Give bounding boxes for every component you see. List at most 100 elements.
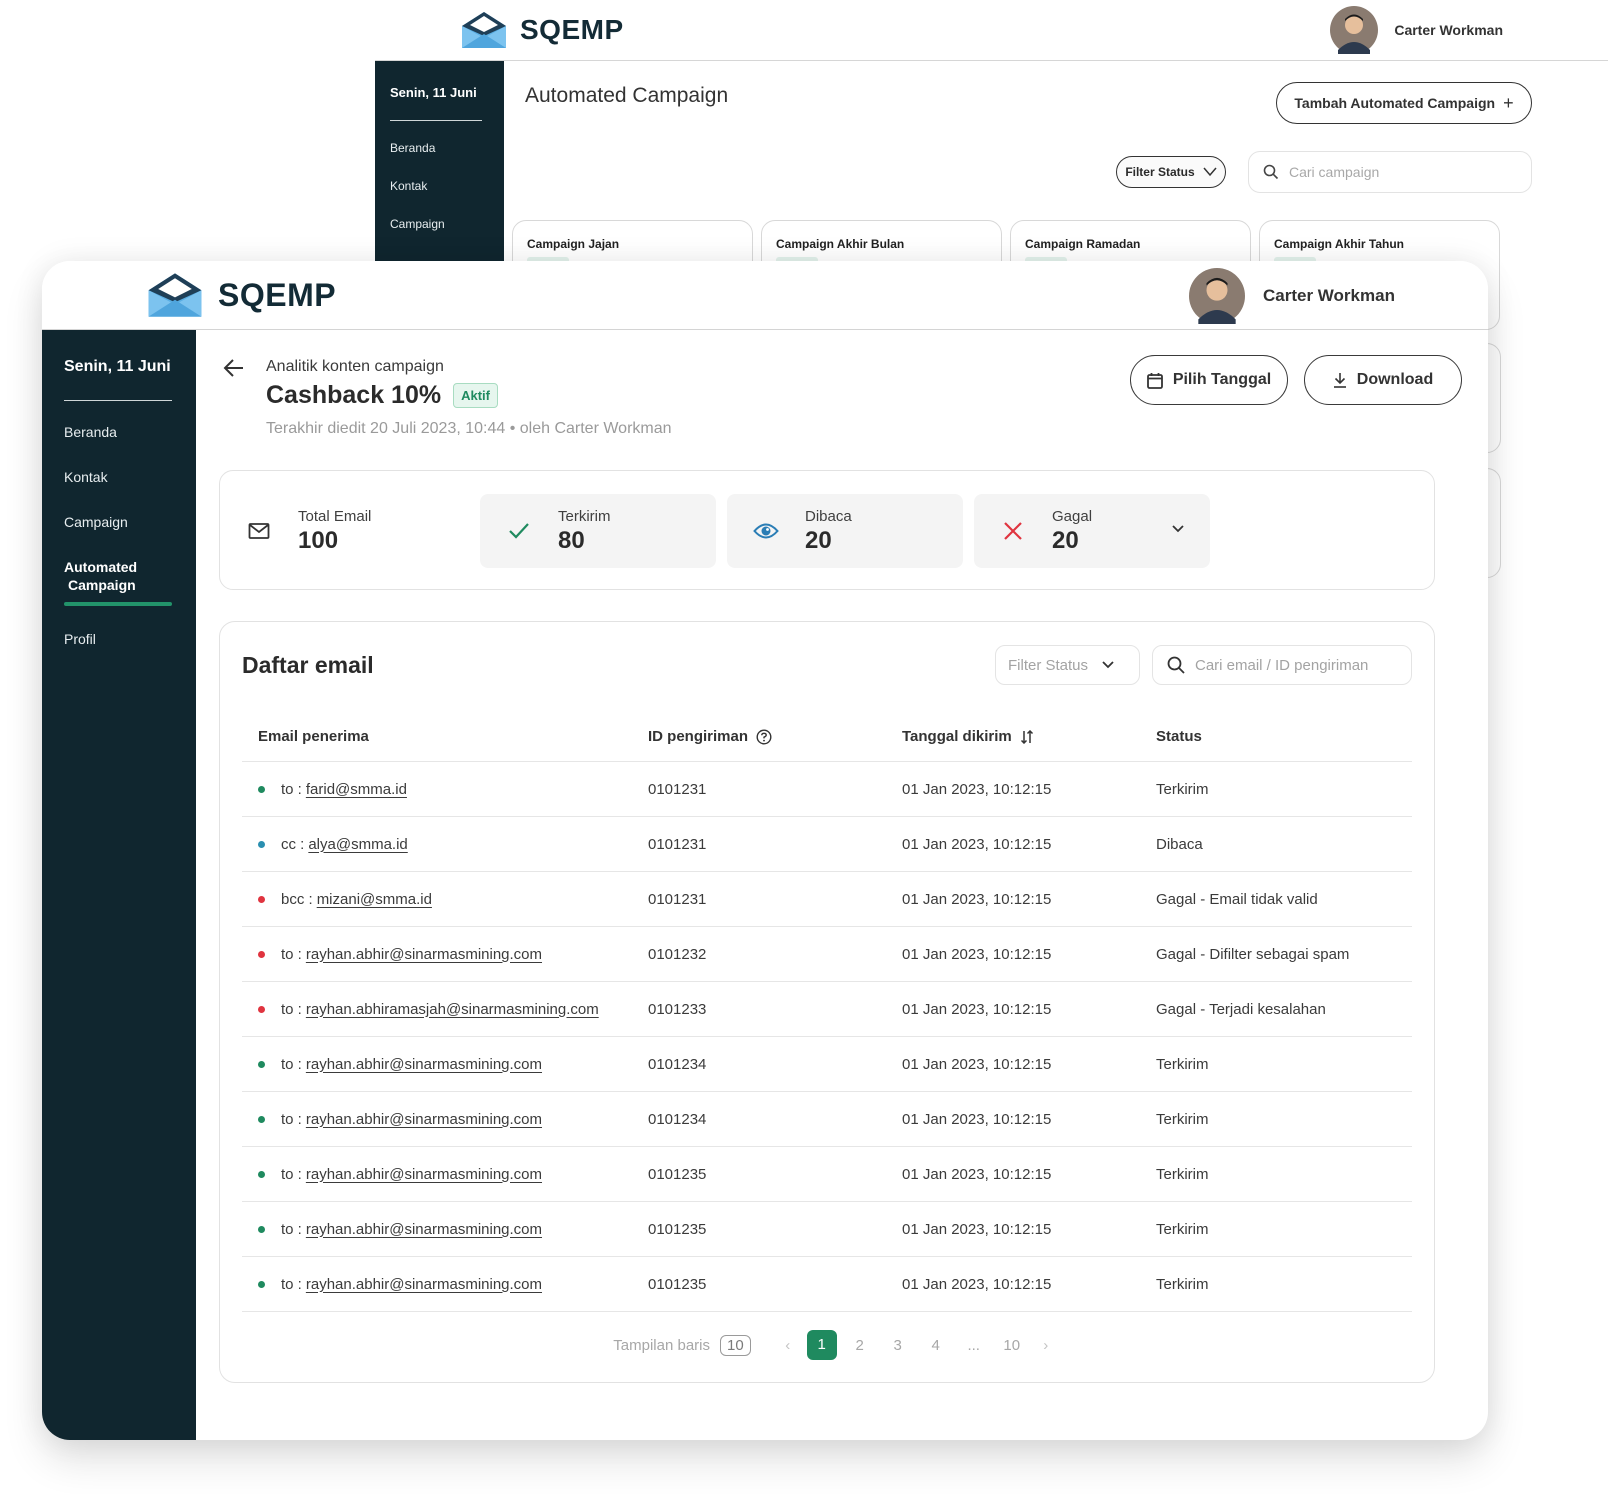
email-link[interactable]: rayhan.abhir@sinarmasmining.com	[306, 1276, 542, 1293]
user-name: Carter Workman	[1263, 286, 1395, 305]
cell-email: to : rayhan.abhir@sinarmasmining.com	[242, 1056, 648, 1073]
stats-panel: Total Email 100 Terkirim 80 Dibaca 20 Ga…	[219, 470, 1435, 590]
email-link[interactable]: rayhan.abhiramasjah@sinarmasmining.com	[306, 1001, 599, 1018]
table-row[interactable]: to : rayhan.abhir@sinarmasmining.com 01012…	[242, 1147, 1412, 1202]
stat-gagal[interactable]: Gagal 20	[974, 494, 1210, 568]
table-row[interactable]: to : rayhan.abhir@sinarmasmining.com 01012…	[242, 1202, 1412, 1257]
bg-logo[interactable]: SQEMP	[460, 10, 624, 50]
add-button-label: Tambah Automated Campaign	[1294, 95, 1496, 111]
help-circle-icon[interactable]	[756, 728, 772, 745]
stat-dibaca[interactable]: Dibaca 20	[727, 494, 963, 568]
filter-status-placeholder: Filter Status	[1008, 656, 1089, 674]
bg-sidebar-item-beranda[interactable]: Beranda	[390, 141, 489, 155]
page-button[interactable]: 2	[841, 1337, 879, 1354]
bg-sidebar-divider	[390, 120, 482, 121]
cell-status: Terkirim	[1156, 1220, 1209, 1238]
pick-date-button[interactable]: Pilih Tanggal	[1130, 355, 1288, 405]
table-row[interactable]: to : rayhan.abhir@sinarmasmining.com 01012…	[242, 1092, 1412, 1147]
table-row[interactable]: bcc : mizani@smma.id 0101231 01 Jan 2023, 1…	[242, 872, 1412, 927]
recipient-type: to :	[281, 1110, 302, 1128]
cell-id: 0101235	[648, 1165, 707, 1183]
cell-email: cc : alya@smma.id	[242, 836, 648, 853]
cell-date: 01 Jan 2023, 10:12:15	[902, 1165, 1052, 1183]
cell-email: to : rayhan.abhir@sinarmasmining.com	[242, 1111, 648, 1128]
email-table: Email penerima ID pengiriman Tanggal dik…	[242, 712, 1412, 1312]
sidebar-item-kontak[interactable]: Kontak	[64, 468, 174, 486]
recipient-type: to :	[281, 1220, 302, 1238]
bg-search-campaign-input[interactable]: Cari campaign	[1248, 151, 1532, 193]
table-row[interactable]: to : rayhan.abhir@sinarmasmining.com 01012…	[242, 927, 1412, 982]
page-title: Cashback 10%	[266, 381, 442, 409]
foreground-window: SQEMP Carter Workman Senin, 11 Juni Bera…	[42, 261, 1488, 1440]
download-icon	[1333, 373, 1346, 388]
page-button[interactable]: 4	[917, 1337, 955, 1354]
sidebar-divider	[64, 400, 172, 401]
cell-id: 0101235	[648, 1220, 707, 1238]
search-email-field[interactable]	[1152, 645, 1412, 685]
add-automated-campaign-button[interactable]: Tambah Automated Campaign +	[1276, 82, 1532, 124]
arrow-left-icon	[223, 359, 243, 377]
recipient-type: to :	[281, 780, 302, 798]
bg-header: SQEMP Carter Workman	[375, 0, 1608, 61]
campaign-card-title: Campaign Akhir Tahun	[1274, 237, 1405, 251]
email-link[interactable]: rayhan.abhir@sinarmasmining.com	[306, 1056, 542, 1073]
expand-gagal-button[interactable]	[1172, 520, 1184, 538]
plus-icon: +	[1503, 92, 1514, 113]
email-link[interactable]: farid@smma.id	[306, 781, 407, 798]
status-dot	[258, 1225, 265, 1233]
rows-per-page-select[interactable]: 10	[720, 1334, 751, 1356]
bg-sidebar-item-campaign[interactable]: Campaign	[390, 217, 489, 231]
search-email-input[interactable]	[1195, 656, 1405, 674]
campaign-card-title: Campaign Jajan	[527, 237, 620, 251]
next-page-button[interactable]: ›	[1031, 1337, 1061, 1354]
email-link[interactable]: rayhan.abhir@sinarmasmining.com	[306, 1221, 542, 1238]
sidebar-item-automated-campaign[interactable]: Automated Campaign	[64, 558, 174, 606]
cell-id: 0101232	[648, 945, 707, 963]
sidebar-item-beranda[interactable]: Beranda	[64, 423, 174, 441]
filter-status-dropdown[interactable]: Filter Status	[995, 645, 1140, 685]
app-logo[interactable]: SQEMP	[146, 271, 336, 319]
email-link[interactable]: alya@smma.id	[308, 836, 407, 853]
cell-status: Dibaca	[1156, 835, 1203, 853]
page-button[interactable]: 10	[993, 1337, 1031, 1354]
email-link[interactable]: rayhan.abhir@sinarmasmining.com	[306, 1111, 542, 1128]
campaign-card-title: Campaign Ramadan	[1025, 237, 1141, 251]
envelope-logo-icon	[462, 12, 506, 48]
stat-terkirim[interactable]: Terkirim 80	[480, 494, 716, 568]
recipient-type: to :	[281, 1165, 302, 1183]
stat-value: 20	[805, 526, 832, 554]
email-link[interactable]: rayhan.abhir@sinarmasmining.com	[306, 946, 542, 963]
prev-page-button[interactable]: ‹	[773, 1337, 803, 1354]
table-body: to : farid@smma.id 0101231 01 Jan 2023, 10:…	[242, 762, 1412, 1312]
user-menu[interactable]: Carter Workman	[1189, 268, 1395, 324]
bg-filter-label: Filter Status	[1125, 165, 1195, 179]
sidebar-item-campaign[interactable]: Campaign	[64, 513, 174, 531]
table-row[interactable]: to : rayhan.abhir@sinarmasmining.com 01012…	[242, 1037, 1412, 1092]
cell-status: Gagal - Difilter sebagai spam	[1156, 945, 1350, 963]
table-row[interactable]: to : farid@smma.id 0101231 01 Jan 2023, 10:…	[242, 762, 1412, 817]
sidebar-item-profil[interactable]: Profil	[64, 630, 174, 648]
campaign-card-title: Campaign Akhir Bulan	[776, 237, 905, 251]
table-row[interactable]: to : rayhan.abhir@sinarmasmining.com 01012…	[242, 1257, 1412, 1312]
sort-icon[interactable]	[1020, 729, 1034, 744]
cell-date: 01 Jan 2023, 10:12:15	[902, 780, 1052, 798]
stat-label: Gagal	[1052, 507, 1093, 525]
table-row[interactable]: cc : alya@smma.id 0101231 01 Jan 2023, 10:1…	[242, 817, 1412, 872]
column-header-label: ID pengiriman	[648, 728, 749, 745]
stat-label: Terkirim	[558, 507, 611, 525]
email-link[interactable]: rayhan.abhir@sinarmasmining.com	[306, 1166, 542, 1183]
download-label: Download	[1356, 371, 1434, 388]
download-button[interactable]: Download	[1304, 355, 1462, 405]
column-header-date[interactable]: Tanggal dikirim	[902, 728, 1156, 745]
table-row[interactable]: to : rayhan.abhiramasjah@sinarmasmining.c…	[242, 982, 1412, 1037]
bg-avatar	[1330, 6, 1379, 54]
x-icon	[1000, 518, 1026, 544]
search-icon	[1263, 164, 1279, 180]
back-button[interactable]	[222, 356, 248, 382]
bg-filter-status-dropdown[interactable]: Filter Status	[1116, 156, 1226, 188]
page-button[interactable]: 1	[806, 1330, 837, 1360]
bg-sidebar-item-kontak[interactable]: Kontak	[390, 179, 489, 193]
page-button[interactable]: 3	[879, 1337, 917, 1354]
bg-user-menu[interactable]: Carter Workman	[1330, 6, 1503, 54]
email-link[interactable]: mizani@smma.id	[317, 891, 432, 908]
